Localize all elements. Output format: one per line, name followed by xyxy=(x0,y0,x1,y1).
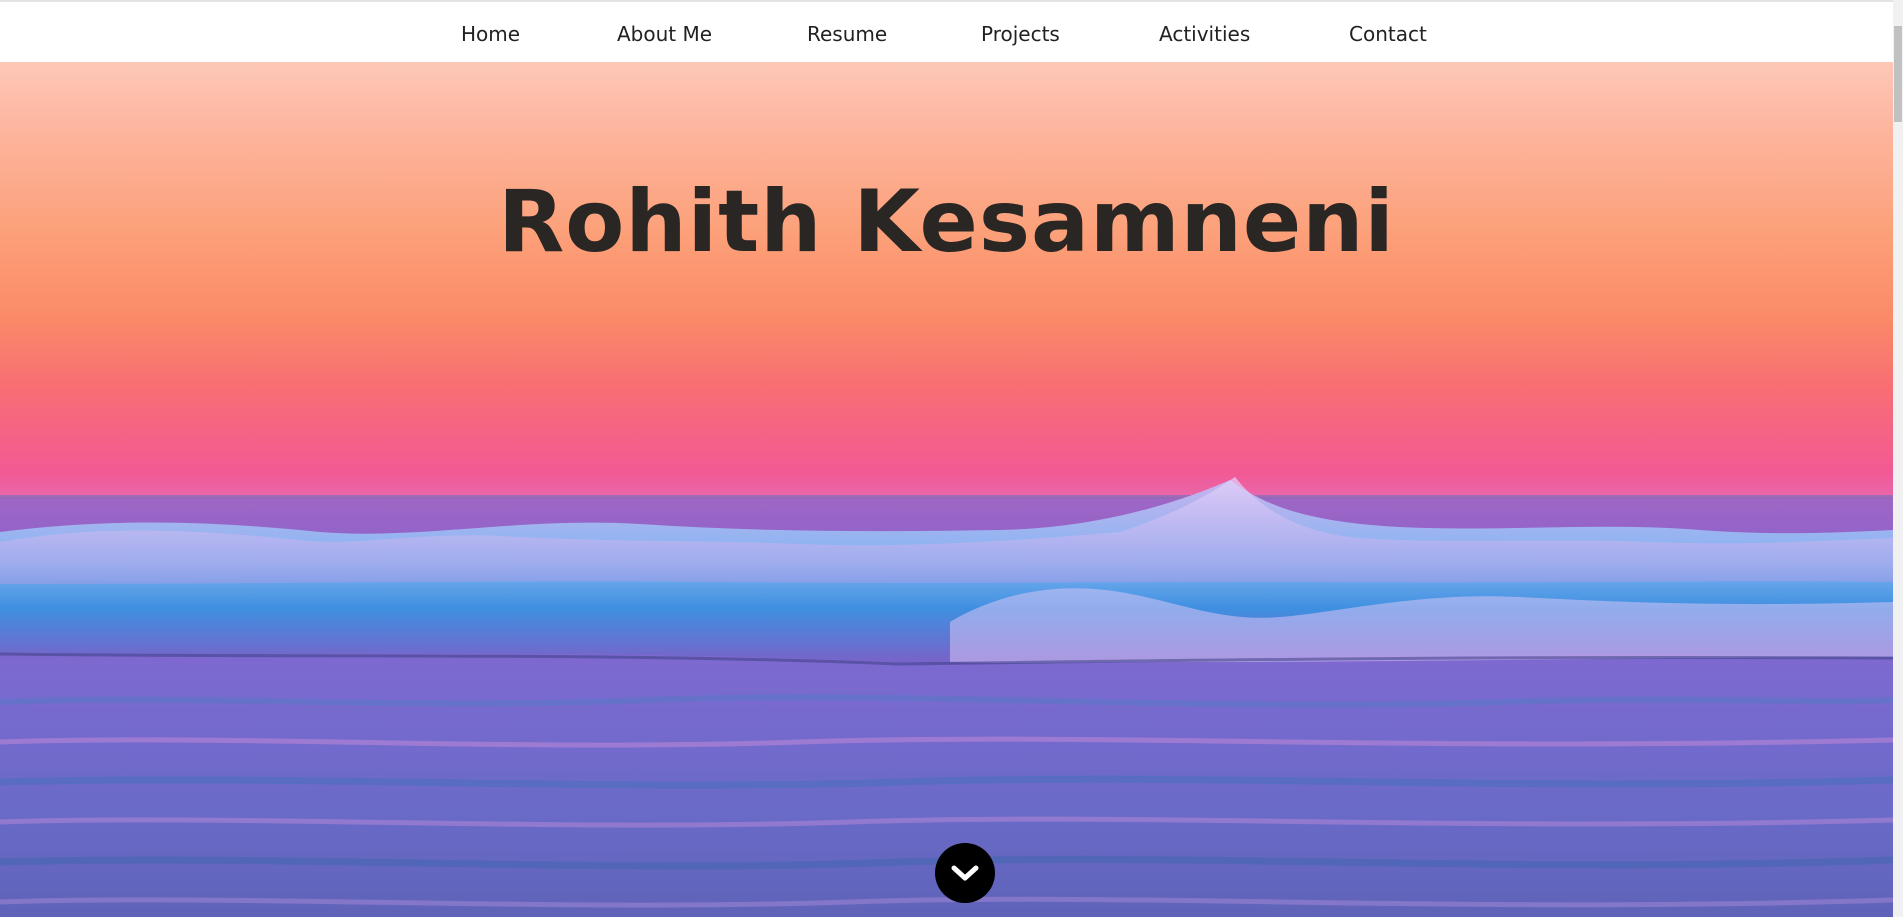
nav-contact-link[interactable]: Contact xyxy=(1349,22,1427,46)
nav-activities-link[interactable]: Activities xyxy=(1159,22,1250,46)
vertical-scrollbar[interactable] xyxy=(1893,0,1903,917)
nav-home-link[interactable]: Home xyxy=(461,22,520,46)
chevron-down-icon xyxy=(951,865,979,881)
nav-resume-link[interactable]: Resume xyxy=(807,22,887,46)
hero-section: Rohith Kesamneni xyxy=(0,62,1893,917)
nav-about-me-link[interactable]: About Me xyxy=(617,22,712,46)
page: Home About Me Resume Projects Activities… xyxy=(0,0,1903,917)
scroll-down-button[interactable] xyxy=(935,843,995,903)
hero-title: Rohith Kesamneni xyxy=(498,172,1395,272)
nav-projects-link[interactable]: Projects xyxy=(981,22,1060,46)
scrollbar-thumb[interactable] xyxy=(1894,26,1902,122)
top-navigation-bar: Home About Me Resume Projects Activities… xyxy=(0,0,1893,62)
